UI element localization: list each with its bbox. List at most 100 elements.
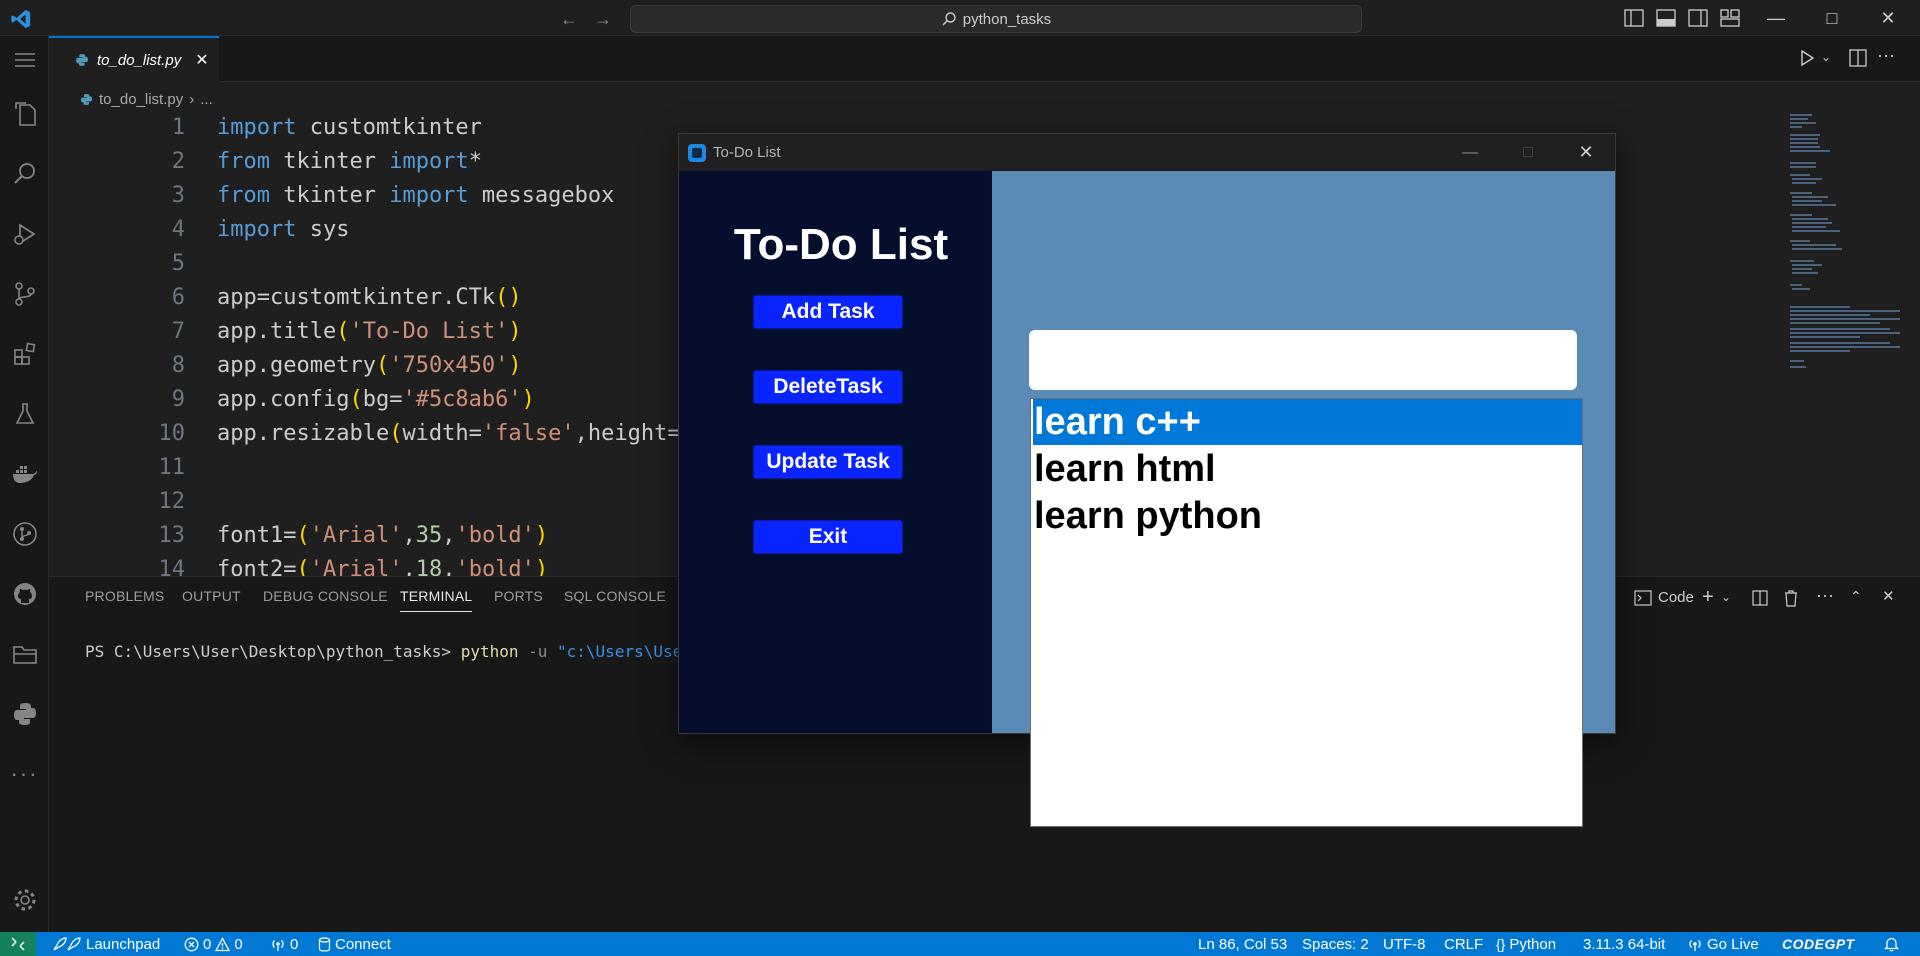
language-mode[interactable]: {} Python [1496, 932, 1556, 956]
ports-indicator[interactable]: 0 [270, 932, 298, 956]
close-panel-icon[interactable]: ✕ [1882, 587, 1895, 605]
task-list-item-selected[interactable]: learn c++ [1033, 399, 1582, 445]
panel-tab-output[interactable]: OUTPUT [182, 588, 241, 612]
exit-button[interactable]: Exit [753, 520, 903, 554]
github-icon[interactable] [0, 570, 49, 618]
python-interpreter[interactable]: 3.11.3 64-bit [1583, 932, 1665, 956]
breadcrumb-file[interactable]: to_do_list.py [99, 91, 183, 108]
task-listbox[interactable]: learn c++ learn html learn python [1030, 398, 1583, 827]
broadcast-icon [1687, 937, 1703, 952]
editor-tab-bar: to_do_list.py ✕ ⌄ ··· [49, 36, 1920, 82]
close-window-icon[interactable]: ✕ [1860, 0, 1916, 36]
terminal-command: python [460, 642, 519, 661]
terminal-flag: -u [518, 642, 558, 661]
language-label: Python [1509, 935, 1557, 953]
menu-icon[interactable] [0, 36, 49, 84]
testing-icon[interactable] [0, 390, 49, 438]
terminal-output[interactable]: PS C:\Users\User\Desktop\python_tasks> p… [85, 642, 721, 661]
codegpt-item[interactable]: CODEGPT [1782, 932, 1855, 956]
maximize-window-icon[interactable]: □ [1804, 0, 1860, 36]
breadcrumb-symbols[interactable]: ... [200, 91, 213, 108]
minimap[interactable] [1782, 110, 1902, 576]
cursor-position[interactable]: Ln 86, Col 53 [1198, 932, 1287, 956]
add-task-button[interactable]: Add Task [753, 295, 903, 329]
error-icon [184, 937, 199, 952]
connect-item[interactable]: Connect [318, 932, 391, 956]
kill-terminal-trash-icon[interactable] [1783, 589, 1799, 607]
editor-more-actions-icon[interactable]: ··· [1877, 45, 1895, 66]
task-list-item[interactable]: learn python [1033, 493, 1582, 539]
terminal-profile-label: Code [1658, 589, 1694, 606]
close-tab-icon[interactable]: ✕ [195, 50, 208, 70]
search-icon[interactable] [0, 150, 49, 198]
indentation[interactable]: Spaces: 2 [1302, 932, 1369, 956]
encoding[interactable]: UTF-8 [1383, 932, 1426, 956]
database-icon [318, 936, 331, 952]
warning-count: 0 [234, 935, 243, 953]
manage-gear-icon[interactable] [0, 876, 49, 924]
problems-indicator[interactable]: 0 0 [184, 932, 243, 956]
run-python-file-icon[interactable] [1798, 49, 1816, 67]
command-center-label: python_tasks [962, 10, 1052, 28]
code-line: app.title('To-Do List') [217, 319, 522, 344]
rocket-icon [52, 936, 82, 952]
task-list-item[interactable]: learn html [1033, 446, 1582, 492]
go-live-item[interactable]: Go Live [1687, 932, 1759, 956]
command-center-search[interactable]: python_tasks [630, 5, 1362, 33]
panel-more-actions-icon[interactable]: ··· [1816, 585, 1834, 606]
search-icon [941, 11, 957, 27]
panel-tab-ports[interactable]: PORTS [494, 588, 543, 612]
maximize-panel-chevron-icon[interactable]: ⌃ [1850, 588, 1862, 605]
line-number: 1 [171, 115, 185, 140]
toggle-primary-sidebar-icon[interactable] [1624, 9, 1644, 27]
run-debug-icon[interactable] [0, 210, 49, 258]
git-graph-icon[interactable] [0, 510, 49, 558]
todo-app-window: To-Do List — □ ✕ To-Do List Add Task lea… [678, 133, 1616, 827]
code-line: app.config(bg='#5c8ab6') [217, 387, 535, 412]
braces-icon: {} [1496, 936, 1506, 952]
end-of-line[interactable]: CRLF [1444, 932, 1483, 956]
delete-task-button[interactable]: DeleteTask [753, 370, 903, 404]
split-terminal-icon[interactable] [1752, 590, 1768, 606]
launchpad-item[interactable]: Launchpad [52, 932, 160, 956]
source-control-icon[interactable] [0, 270, 49, 318]
line-number: 12 [158, 489, 186, 514]
split-editor-icon[interactable] [1849, 49, 1867, 67]
update-task-button[interactable]: Update Task [753, 445, 903, 479]
terminal-profile[interactable]: Code [1634, 589, 1694, 606]
code-line: import customtkinter [217, 115, 482, 140]
extensions-icon[interactable] [0, 330, 49, 378]
customize-layout-icon[interactable] [1720, 9, 1740, 27]
notifications-bell-icon[interactable] [1884, 932, 1899, 956]
panel-tab-problems[interactable]: PROBLEMS [85, 588, 164, 612]
new-terminal-plus-icon[interactable]: + [1702, 586, 1714, 609]
todo-close-icon[interactable]: ✕ [1557, 134, 1615, 171]
todo-minimize-icon[interactable]: — [1441, 134, 1499, 171]
minimize-window-icon[interactable]: — [1748, 0, 1804, 36]
connect-label: Connect [335, 935, 391, 953]
explorer-icon[interactable] [0, 90, 49, 138]
task-entry-input[interactable] [1029, 330, 1577, 390]
terminal-prompt: PS C:\Users\User\Desktop\python_tasks> [85, 642, 461, 661]
project-manager-icon[interactable] [0, 630, 49, 678]
docker-icon[interactable] [0, 450, 49, 498]
panel-tab-debug-console[interactable]: DEBUG CONSOLE [263, 588, 388, 612]
panel-tab-terminal[interactable]: TERMINAL [400, 588, 473, 612]
run-options-chevron-icon[interactable]: ⌄ [1821, 50, 1831, 64]
code-line: app.geometry('750x450') [217, 353, 522, 378]
nav-back-icon[interactable]: ← [560, 9, 580, 29]
toggle-panel-icon[interactable] [1656, 9, 1676, 27]
code-line: app.resizable(width='false',height='f [217, 421, 707, 446]
panel-tab-sql-console[interactable]: SQL CONSOLE [564, 588, 666, 612]
python-icon[interactable] [0, 690, 49, 738]
line-number: 7 [171, 319, 185, 344]
line-number: 8 [171, 353, 185, 378]
remote-indicator-icon[interactable] [0, 932, 36, 956]
terminal-dropdown-chevron-icon[interactable]: ⌄ [1721, 590, 1731, 604]
more-views-icon[interactable]: ··· [0, 750, 49, 798]
line-number: 10 [158, 421, 186, 446]
todo-heading: To-Do List [733, 220, 949, 269]
toggle-secondary-sidebar-icon[interactable] [1688, 9, 1708, 27]
nav-forward-icon[interactable]: → [594, 9, 614, 29]
tab-to-do-list[interactable]: to_do_list.py ✕ [49, 36, 219, 82]
